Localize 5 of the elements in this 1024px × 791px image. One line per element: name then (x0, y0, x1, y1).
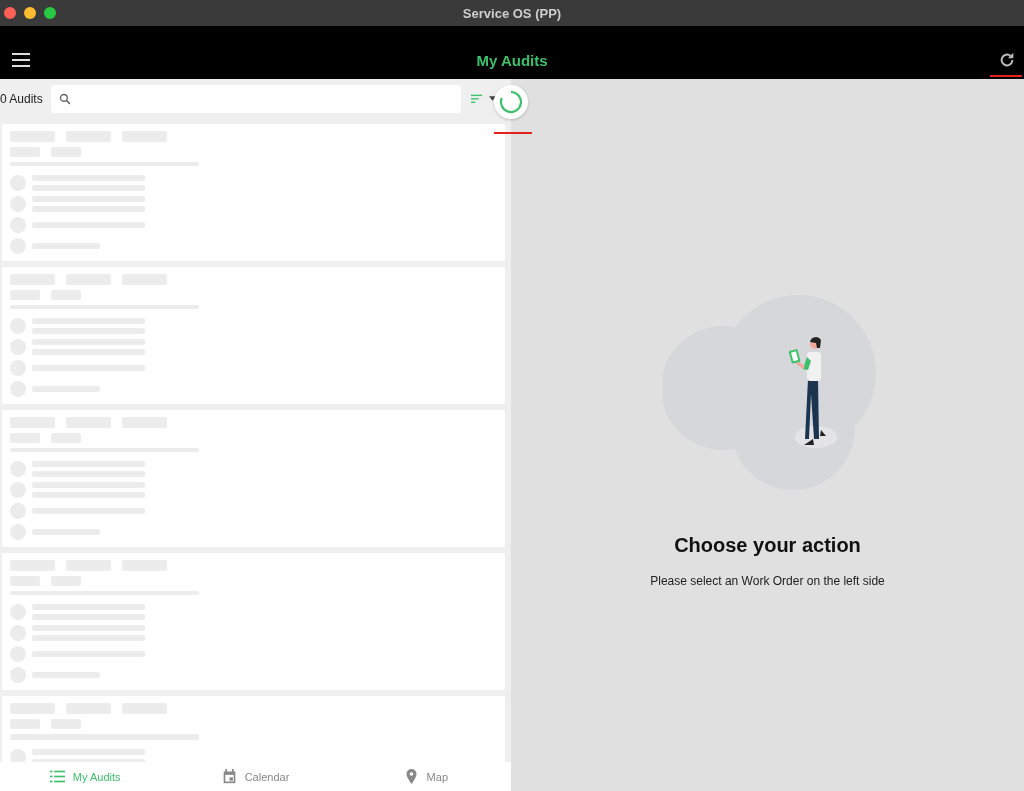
audit-count: 0 Audits (0, 91, 43, 106)
window-title: Service OS (PP) (462, 5, 562, 21)
empty-state-title: Choose your action (674, 534, 861, 557)
page-title: My Audits (476, 52, 548, 69)
empty-state-message: Please select an Work Order on the left side (650, 574, 885, 588)
